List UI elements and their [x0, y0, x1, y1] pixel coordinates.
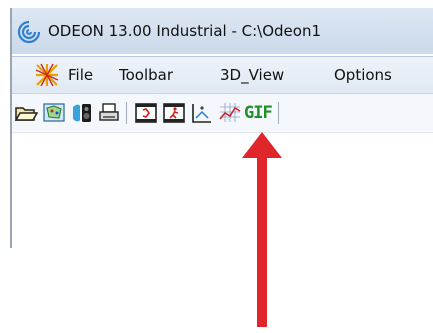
menu-3d-view[interactable]: 3D_View: [220, 66, 284, 84]
walker-film-icon[interactable]: [162, 101, 186, 125]
odeon-app-icon: [17, 20, 41, 44]
print-icon[interactable]: [97, 101, 121, 125]
menu-bar: File Toolbar 3D_View Options: [12, 56, 433, 94]
menu-file[interactable]: File: [68, 66, 93, 84]
gif-icon[interactable]: GIF: [244, 103, 273, 123]
open-folder-icon[interactable]: [14, 101, 38, 125]
menu-options[interactable]: Options: [334, 66, 392, 84]
toolbar-separator: [278, 102, 279, 124]
film-icon[interactable]: [134, 101, 158, 125]
window-title: ODEON 13.00 Industrial - C:\Odeon1: [48, 22, 322, 40]
ray-burst-menu-icon[interactable]: [35, 63, 59, 87]
menu-toolbar[interactable]: Toolbar: [119, 66, 173, 84]
speaker-icon[interactable]: [70, 101, 94, 125]
toolbar: GIF: [12, 94, 433, 133]
title-bar: ODEON 13.00 Industrial - C:\Odeon1: [12, 8, 433, 54]
red-arrow-annotation: [242, 132, 282, 327]
room-view-icon[interactable]: [42, 101, 66, 125]
toolbar-separator: [126, 102, 127, 124]
app-window: ODEON 13.00 Industrial - C:\Odeon1 File …: [10, 8, 433, 248]
grid-plot-icon[interactable]: [218, 101, 242, 125]
walker-icon[interactable]: [190, 101, 214, 125]
